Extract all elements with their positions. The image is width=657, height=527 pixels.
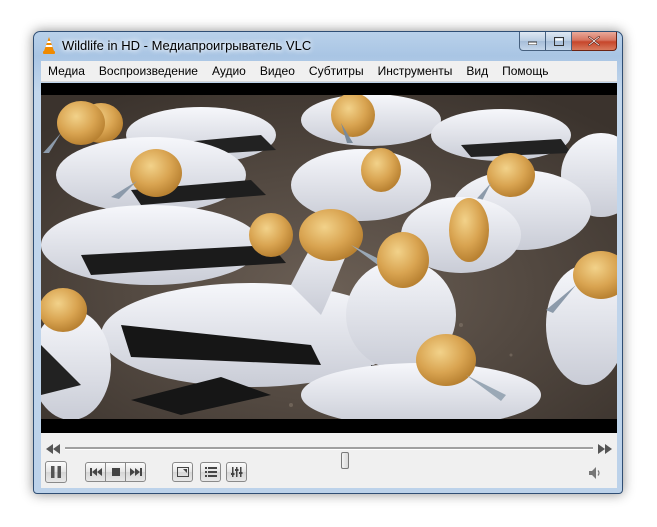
skip-next-icon	[129, 468, 142, 476]
minimize-icon	[528, 41, 537, 45]
vlc-cone-icon	[42, 37, 56, 54]
controls-panel	[41, 433, 617, 488]
extended-settings-button[interactable]	[226, 462, 247, 482]
vlc-window: Wildlife in HD - Медиапроигрыватель VLC …	[33, 31, 623, 494]
menu-view[interactable]: Вид	[459, 64, 495, 78]
title-bar[interactable]: Wildlife in HD - Медиапроигрыватель VLC	[34, 32, 622, 60]
equalizer-icon	[230, 467, 242, 477]
close-icon	[588, 36, 600, 46]
volume-icon[interactable]	[588, 466, 602, 480]
menu-video[interactable]: Видео	[253, 64, 302, 78]
stop-button[interactable]	[105, 462, 126, 482]
menu-help[interactable]: Помощь	[495, 64, 555, 78]
menu-subtitles[interactable]: Субтитры	[302, 64, 371, 78]
caption-buttons	[519, 32, 617, 52]
video-frame-gannets	[41, 95, 617, 419]
previous-button[interactable]	[85, 462, 106, 482]
playlist-button[interactable]	[200, 462, 221, 482]
rewind-icon	[46, 444, 60, 454]
menu-playback[interactable]: Воспроизведение	[92, 64, 205, 78]
close-button[interactable]	[572, 32, 617, 51]
minimize-button[interactable]	[519, 32, 546, 51]
seek-bar[interactable]	[65, 447, 593, 469]
maximize-button[interactable]	[546, 32, 572, 51]
pause-icon	[51, 466, 61, 478]
seek-handle[interactable]	[341, 452, 349, 469]
fullscreen-icon	[176, 467, 189, 477]
menu-tools[interactable]: Инструменты	[371, 64, 460, 78]
stop-icon	[111, 468, 120, 476]
menu-media[interactable]: Медиа	[41, 64, 92, 78]
fast-forward-icon	[598, 444, 612, 454]
window-title: Wildlife in HD - Медиапроигрыватель VLC	[62, 38, 312, 53]
menu-bar: Медиа Воспроизведение Аудио Видео Субтит…	[41, 61, 617, 82]
seek-forward-button[interactable]	[598, 444, 612, 454]
seek-back-button[interactable]	[46, 444, 60, 454]
skip-previous-icon	[89, 468, 102, 476]
maximize-icon	[553, 36, 564, 46]
play-pause-button[interactable]	[45, 461, 67, 483]
fullscreen-button[interactable]	[172, 462, 193, 482]
menu-audio[interactable]: Аудио	[205, 64, 253, 78]
video-area[interactable]	[41, 83, 617, 433]
playlist-icon	[204, 467, 217, 477]
next-button[interactable]	[125, 462, 146, 482]
